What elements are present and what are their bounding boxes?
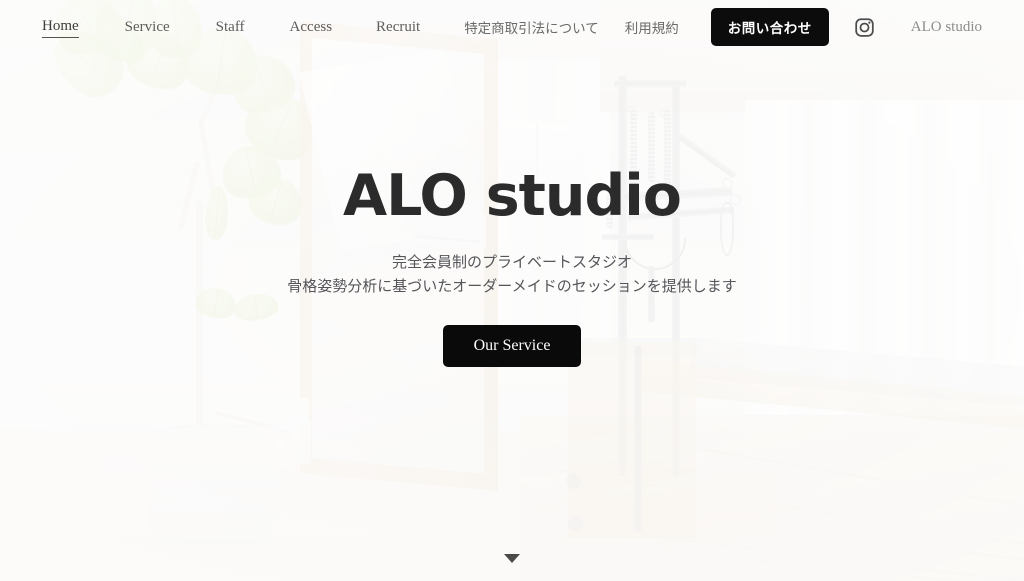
- nav-link-service[interactable]: Service: [125, 17, 170, 38]
- nav-link-recruit[interactable]: Recruit: [376, 17, 420, 38]
- nav-link-home[interactable]: Home: [42, 16, 79, 38]
- page-root: Home Service Staff Access Recruit 特定商取引法…: [0, 0, 1024, 581]
- nav-links: Home Service Staff Access Recruit 特定商取引法…: [0, 15, 679, 39]
- hero-subtitle-line-2: 骨格姿勢分析に基づいたオーダーメイドのセッションを提供します: [287, 279, 737, 295]
- nav-link-access[interactable]: Access: [290, 17, 332, 38]
- brand-name: ALO studio: [910, 18, 982, 35]
- main-navigation: Home Service Staff Access Recruit 特定商取引法…: [0, 0, 1024, 54]
- our-service-button[interactable]: Our Service: [442, 325, 582, 368]
- nav-link-tokutei-shotorihiki[interactable]: 特定商取引法について: [464, 15, 599, 39]
- chevron-down-icon[interactable]: [504, 554, 520, 563]
- instagram-icon[interactable]: [854, 17, 875, 38]
- hero-section: ALO studio 完全会員制のプライベートスタジオ 骨格姿勢分析に基づいたオ…: [0, 0, 1024, 581]
- page-title: ALO studio: [343, 162, 682, 229]
- nav-link-staff[interactable]: Staff: [216, 17, 245, 38]
- hero-subtitle-line-1: 完全会員制のプライベートスタジオ: [391, 254, 632, 271]
- contact-button[interactable]: お問い合わせ: [710, 8, 829, 46]
- hero-subtitle: 完全会員制のプライベートスタジオ 骨格姿勢分析に基づいたオーダーメイドのセッショ…: [287, 251, 736, 300]
- nav-link-riyoukiyaku[interactable]: 利用規約: [625, 15, 679, 39]
